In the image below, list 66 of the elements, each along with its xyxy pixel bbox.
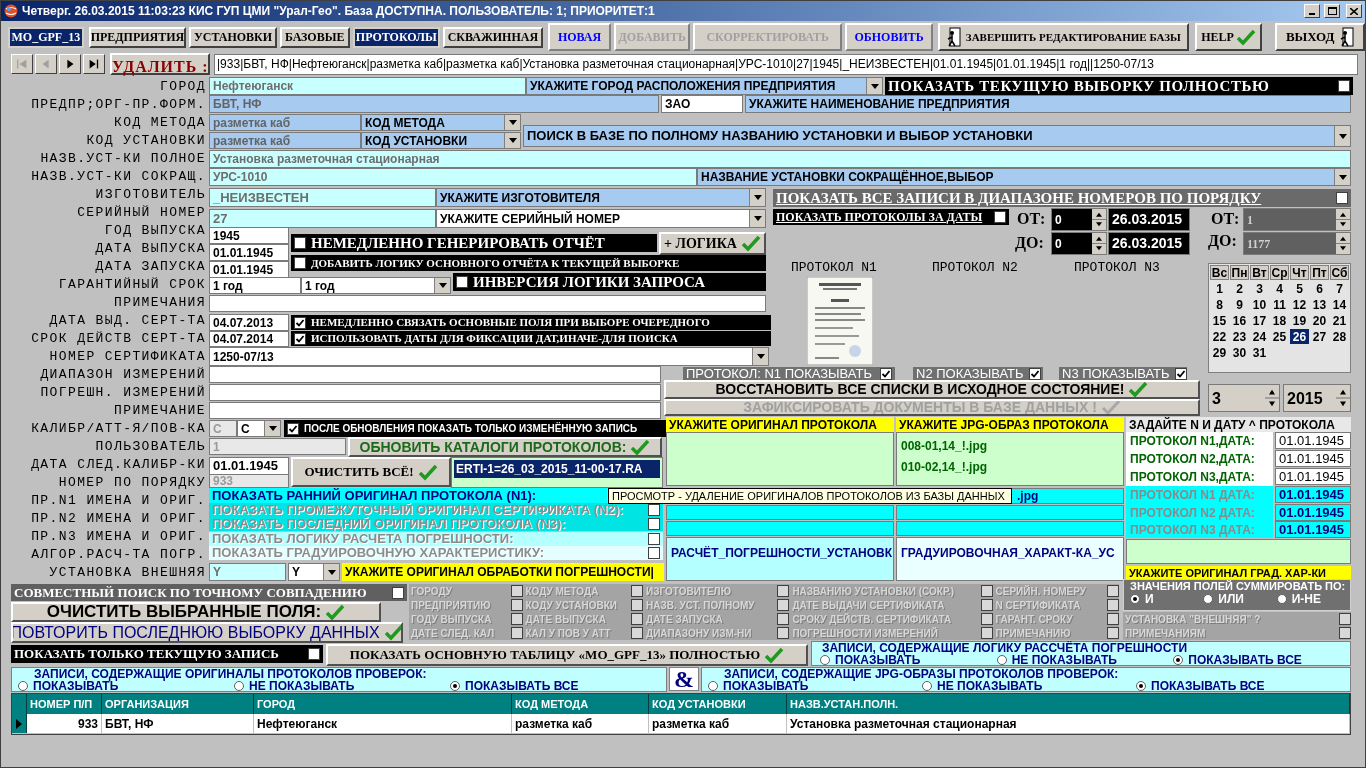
label: ЗАДАЙТЕ N И ДАТУ ^ ПРОТОКОЛА — [1126, 417, 1351, 432]
field-label: ГОРОД — [159, 78, 206, 96]
field-label: ДАТА ВЫПУСКА — [94, 240, 206, 258]
field-label: ПОГРЕШН. ИЗМЕРЕНИЙ — [39, 384, 206, 402]
field-label: КАЛИБР/АТТ-Я/ПОВ-КА — [30, 420, 206, 438]
label: ОТ: — [1211, 209, 1241, 229]
group-title: ЗАПИСИ, СОДЕРЖАЩИЕ ЛОГИКУ РАССЧЁТА ПОГРЕШНОСТИ — [821, 642, 1188, 654]
group-title: ЗНАЧЕНИЯ ПОЛЕЙ СУММИРОВАТЬ ПО: — [1129, 581, 1347, 593]
field-label: ПР.N3 ИМЕНА И ОРИГ. — [30, 528, 206, 546]
field-label: ПОЛЬЗОВАТЕЛЬ — [94, 438, 206, 456]
field-label: ГОД ВЫПУСКА — [103, 222, 206, 240]
label: ПРОТОКОЛ N1 ДАТА: — [1126, 486, 1273, 504]
table-cell: разметка каб — [649, 714, 787, 733]
field-label: ПР.N1 ИМЕНА И ОРИГ. — [30, 492, 206, 510]
field-label: ПРИМЕЧАНИЯ — [113, 294, 206, 312]
field-label: НАЗВ.УСТ-КИ СОКРАЩ. — [30, 168, 206, 186]
tooltip: ПРОСМОТР - УДАЛЕНИЕ ОРИГИНАЛОВ ПРОТОКОЛОВ ИЗ БАЗЫ ДАННЫХ — [608, 488, 1012, 504]
field-label: ИЗГОТОВИТЕЛЬ — [94, 186, 206, 204]
field-label: ПР.N2 ИМЕНА И ОРИГ. — [30, 510, 206, 528]
group-title: ЗАПИСИ, СОДЕРЖАЩИЕ ОРИГИНАЛЫ ПРОТОКОЛОВ ПРОВЕРОК: — [34, 668, 428, 680]
field-label: ПРИМЕЧАНИЕ — [113, 402, 206, 420]
table-cell: Нефтеюганск — [254, 714, 512, 733]
label: ДО: — [1208, 231, 1238, 251]
label: ПРОТОКОЛ N2,ДАТА: — [1126, 450, 1273, 468]
field-label: НОМЕР ПО ПОРЯДКУ — [57, 474, 206, 492]
label: & — [669, 667, 699, 691]
label: ПРОТОКОЛ N2 ДАТА: — [1126, 504, 1273, 521]
weekday-header: Пт — [1310, 265, 1329, 280]
label: ПРОТОКОЛ N1 — [791, 260, 878, 275]
field-label: ДАТА СЛЕД.КАЛИБР-КИ — [30, 456, 206, 474]
weekday-header: Вс — [1210, 265, 1229, 280]
label: УКАЖИТЕ JPG-ОБРАЗ ПРОТОКОЛА — [896, 417, 1124, 432]
label: УКАЖИТЕ ОРИГИНАЛ ОБРАБОТКИ ПОГРЕШНОСТИ| — [342, 563, 664, 581]
weekday-header: Пн — [1230, 265, 1249, 280]
field-label: ДАТА ВЫД. СЕРТ-ТА — [48, 312, 206, 330]
weekday-header: Сб — [1330, 265, 1349, 280]
field-label: КОД УСТАНОВКИ — [85, 132, 206, 150]
label: ПРОТОКОЛ N1,ДАТА: — [1126, 432, 1273, 450]
field-label: КОД МЕТОДА — [113, 114, 206, 132]
table-cell: Установка разметочная стационарная — [787, 714, 1350, 733]
group-title: ЗАПИСИ, СОДЕРЖАЩИЕ JPG-ОБРАЗЫ ПРОТОКОЛОВ ПРОВЕРОК: — [724, 668, 1120, 680]
field-label: ГАРАНТИЙНЫЙ СРОК — [57, 276, 206, 294]
label: ДО: — [1015, 233, 1045, 253]
table-cell: разметка каб — [512, 714, 649, 733]
label: ОТ: — [1017, 209, 1047, 229]
field-label: СРОК ДЕЙСТВ СЕРТ-ТА — [30, 330, 206, 348]
weekday-header: Вт — [1250, 265, 1269, 280]
table-cell: БВТ, НФ — [102, 714, 254, 733]
field-label: ДАТА ЗАПУСКА — [94, 258, 206, 276]
field-label: АЛГОР.РАСЧ-ТА ПОГР. — [30, 546, 206, 564]
field-label: НОМЕР СЕРТИФИКАТА — [48, 348, 206, 366]
table-name-label: MO_GPF_13 — [8, 26, 84, 48]
label: УКАЖИТЕ ОРИГИНАЛ ПРОТОКОЛА — [666, 417, 894, 432]
field-label: ПРЕДПР;ОРГ-ПР.ФОРМ. — [30, 96, 206, 114]
label: ПРОТОКОЛ N3 ДАТА: — [1126, 521, 1273, 538]
label: ПРОТОКОЛ N2 — [932, 260, 1019, 275]
field-label: СЕРИЙНЫЙ НОМЕР — [76, 204, 206, 222]
field-label: УСТАНОВКА ВНЕШНЯЯ — [48, 564, 206, 582]
weekday-header: Чт — [1290, 265, 1309, 280]
field-label: НАЗВ.УСТ-КИ ПОЛНОЕ — [39, 150, 206, 168]
weekday-header: Ср — [1270, 265, 1289, 280]
label: ПРОТОКОЛ N3,ДАТА: — [1126, 468, 1273, 486]
table-cell: 933 — [27, 714, 102, 733]
window-title: Четверг. 26.03.2015 11:03:23 КИС ГУП ЦМИ "Урал-Гео". База ДОСТУПНА. ПОЛЬЗОВАТЕЛЬ: 1; ПРИОРИТЕТ:1 — [22, 3, 656, 20]
field-label: ДИАПАЗОН ИЗМЕРЕНИЙ — [39, 366, 206, 384]
label: ПРОТОКОЛ N3 — [1074, 260, 1161, 275]
